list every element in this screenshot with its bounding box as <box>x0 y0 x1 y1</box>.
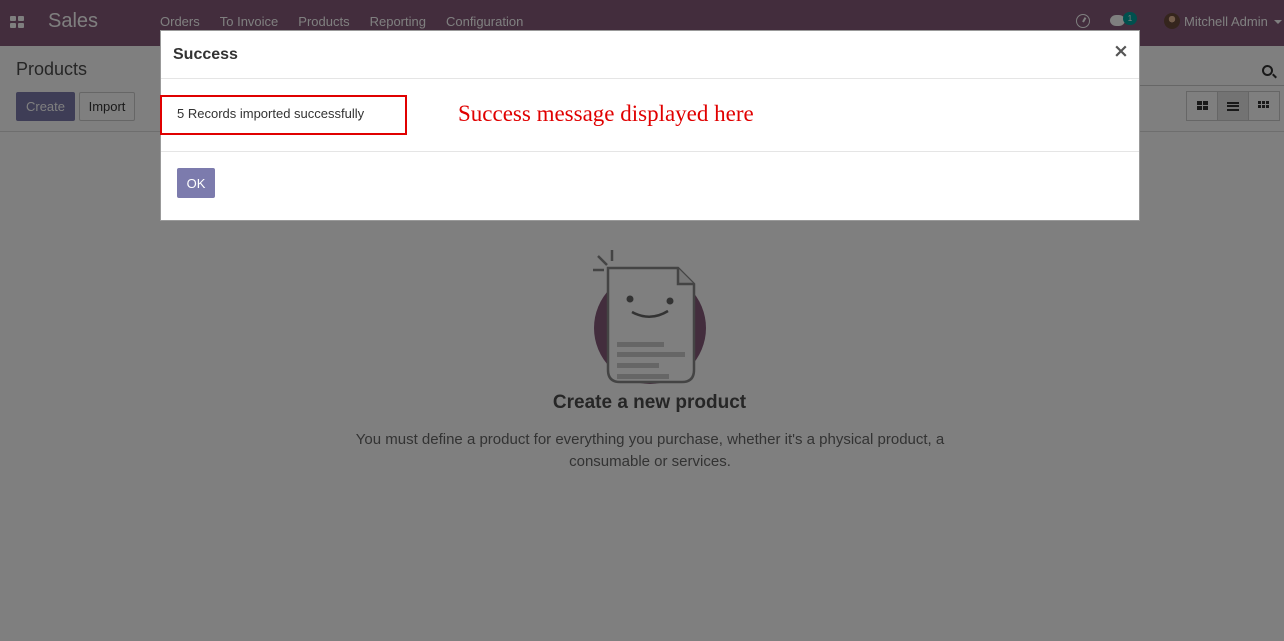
dialog-title: Success <box>173 46 238 63</box>
dialog-footer: OK <box>161 152 1139 220</box>
dialog-body: 5 Records imported successfully Success … <box>160 79 1139 152</box>
ok-button[interactable]: OK <box>177 168 215 198</box>
close-icon[interactable]: × <box>1113 42 1129 61</box>
success-dialog: Success × 5 Records imported successfull… <box>160 30 1140 221</box>
annotation-text: Success message displayed here <box>458 101 754 126</box>
dialog-header: Success × <box>161 31 1139 79</box>
success-message: 5 Records imported successfully <box>177 106 365 121</box>
